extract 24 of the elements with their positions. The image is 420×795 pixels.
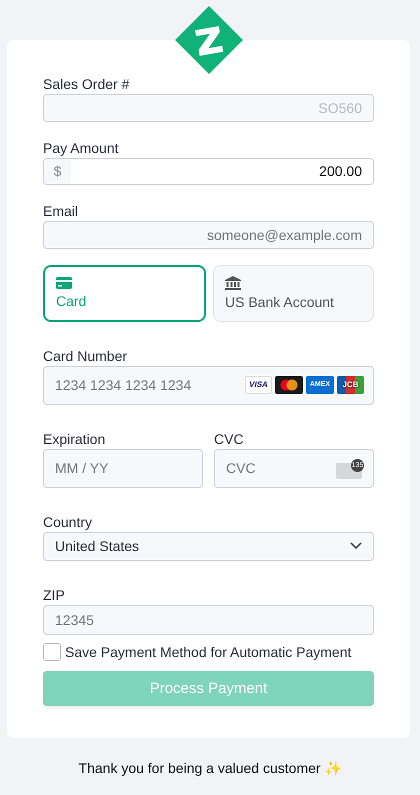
zip-field[interactable]: 12345 (43, 604, 374, 636)
amount-field[interactable]: $ 200.00 (43, 158, 374, 186)
field-label: Card Number (43, 348, 128, 364)
payment-method-tab[interactable]: US Bank Account (213, 264, 374, 322)
card-icon (56, 277, 72, 290)
chevron-down-icon (350, 542, 362, 550)
mastercard-logo (275, 376, 303, 394)
checkbox-label: Save Payment Method for Automatic Payment (65, 644, 352, 660)
field-label: Expiration (43, 430, 106, 447)
field-label: Email (43, 203, 80, 220)
field-label: Sales Order # (43, 76, 130, 92)
checkbox[interactable] (43, 643, 61, 662)
currency-prefix: $ (44, 158, 71, 184)
thank-you-text: Thank you for being a valued customer ✨ (78, 760, 342, 776)
bank-icon (225, 276, 241, 290)
field-label: Country (43, 514, 94, 530)
expiration-field[interactable]: MM / YY (43, 448, 203, 488)
field-label: CVC (214, 430, 245, 447)
field-label: ZIP (43, 586, 66, 603)
email-field[interactable]: someone@example.com (43, 221, 374, 249)
country-select[interactable]: United States (43, 532, 374, 561)
visa-logo: VISA (245, 376, 272, 394)
field-label: Pay Amount (43, 140, 120, 156)
amount-value: 200.00 (318, 163, 363, 180)
